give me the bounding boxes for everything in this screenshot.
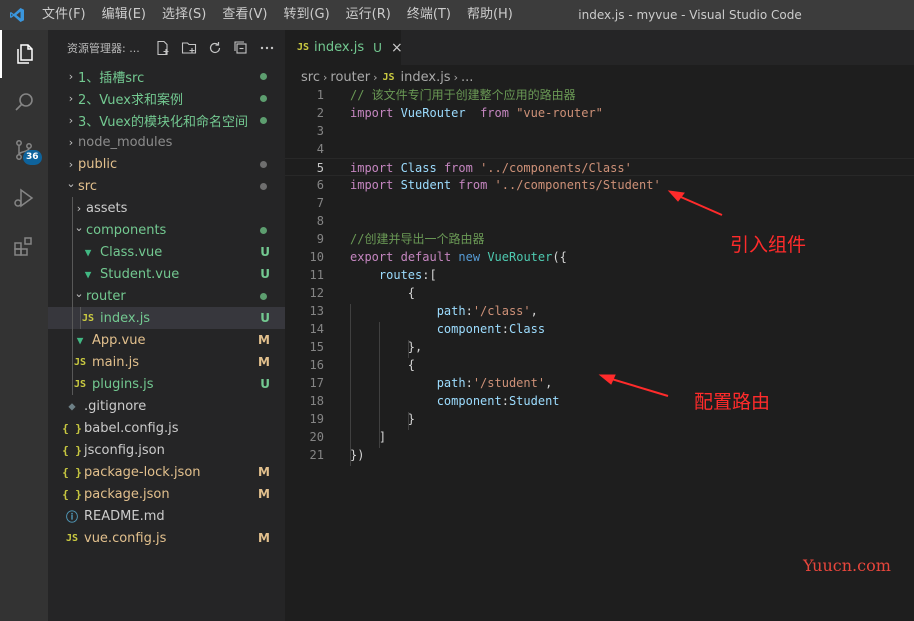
arrowhead-icon (667, 190, 685, 202)
watermark-text: Yuucn.com (803, 556, 891, 575)
annotation-arrow (604, 376, 669, 397)
annotation-configure-routes: 配置路由 (694, 391, 771, 413)
annotation-import-components: 引入组件 (730, 234, 807, 256)
annotation-arrows (598, 190, 723, 397)
arrowhead-icon (598, 374, 616, 385)
